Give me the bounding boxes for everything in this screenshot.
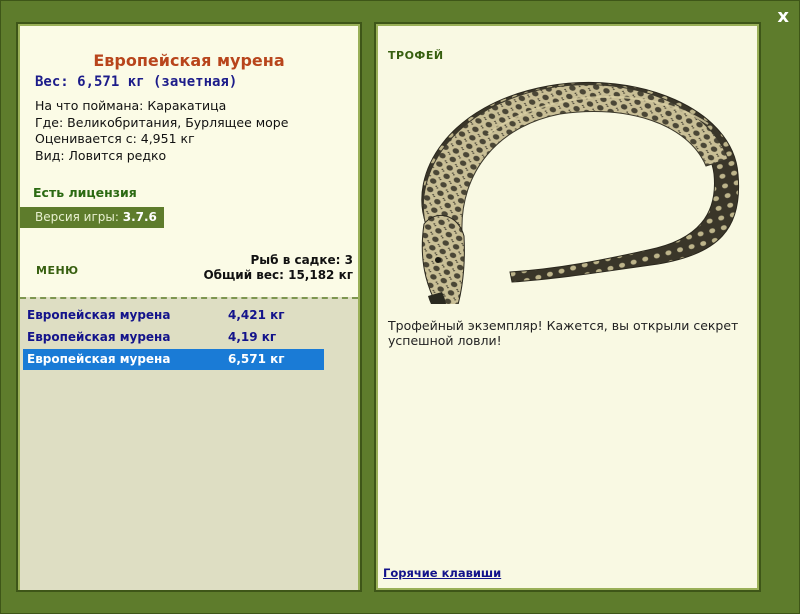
keepnet-stats: Рыб в садке: 3 Общий вес: 15,182 кг: [203, 253, 353, 283]
hotkeys-link[interactable]: Горячие клавиши: [383, 566, 501, 580]
keepnet-total-weight: Общий вес: 15,182 кг: [203, 268, 353, 282]
game-version: Версия игры: 3.7.6: [20, 207, 164, 228]
keepnet-count: Рыб в садке: 3: [250, 253, 354, 267]
close-icon[interactable]: x: [777, 6, 789, 27]
row-fish-weight: 6,571 кг: [228, 352, 285, 366]
row-fish-name: Европейская мурена: [27, 308, 171, 322]
version-label: Версия игры:: [35, 210, 119, 224]
fish-title: Европейская мурена: [93, 51, 285, 70]
keepnet-row-selected[interactable]: Европейская мурена 6,571 кг: [23, 349, 324, 370]
trophy-description: Трофейный экземпляр! Кажется, вы открыли…: [388, 318, 739, 348]
row-fish-name: Европейская мурена: [27, 330, 171, 344]
fish-weight: Вес: 6,571 кг (зачетная): [35, 74, 238, 90]
info-min-weight: Оценивается с: 4,951 кг: [35, 131, 195, 146]
fish-info-panel: Европейская мурена Вес: 6,571 кг (зачетн…: [16, 22, 362, 592]
row-fish-weight: 4,19 кг: [228, 330, 277, 344]
fish-info: На что поймана: Каракатица Где: Великобр…: [35, 98, 288, 164]
moray-eel-image: [421, 82, 740, 323]
keepnet-row[interactable]: Европейская мурена 4,19 кг: [23, 327, 324, 348]
info-rarity: Вид: Ловится редко: [35, 147, 167, 163]
fish-image: [388, 64, 756, 323]
game-window: x Европейская мурена Вес: 6,571 кг (заче…: [0, 0, 800, 614]
info-location: Где: Великобритания, Бурлящее море: [35, 114, 289, 130]
license-status: Есть лицензия: [33, 185, 137, 200]
menu-button[interactable]: МЕНЮ: [36, 264, 79, 277]
keepnet-list: Европейская мурена 4,421 кг Европейская …: [20, 297, 358, 590]
row-fish-name: Европейская мурена: [27, 352, 171, 366]
version-value: 3.7.6: [122, 210, 157, 224]
row-fish-weight: 4,421 кг: [228, 308, 285, 322]
trophy-panel: ТРОФЕЙ Трофейный экземпляр! Кажется, вы …: [374, 22, 761, 592]
info-bait: На что поймана: Каракатица: [35, 98, 227, 113]
keepnet-row[interactable]: Европейская мурена 4,421 кг: [23, 305, 324, 326]
trophy-label: ТРОФЕЙ: [388, 49, 444, 62]
